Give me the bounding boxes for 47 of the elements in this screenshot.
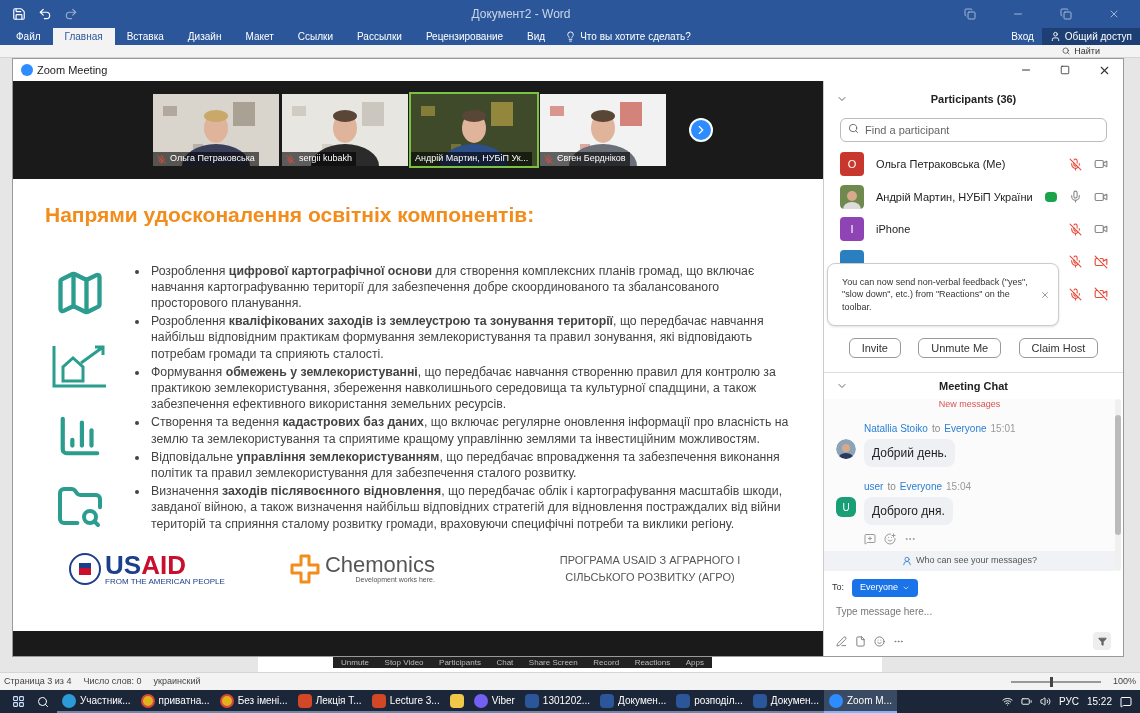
message-time: 15:04 xyxy=(946,480,972,494)
participant-name: iPhone xyxy=(876,222,912,237)
window-title: Документ2 - Word xyxy=(471,6,571,23)
panel-title: Participants (36) xyxy=(929,91,1018,107)
message-bubble: Добрий день. xyxy=(864,439,956,467)
avatar: O xyxy=(840,152,864,177)
logo-tagline: FROM THE AMERICAN PEOPLE xyxy=(105,577,225,586)
bullet-text: Розроблення цифрової картографічної основи для створення комплексних планів громад, що включає навчання картографуванню території для забезпечення добре скоординованого та збалансованого просторового планування. xyxy=(151,262,756,312)
window-title: Zoom Meeting xyxy=(37,62,108,78)
logo-text: Chemonics xyxy=(324,554,435,577)
participant-name: Андрій Мартин, НУБіП Ук... xyxy=(415,152,529,166)
recipient-name: Everyone xyxy=(944,422,987,436)
to-label: to xyxy=(887,480,896,494)
toolbar-label: Participants xyxy=(439,656,481,669)
message-bubble: Доброго дня. xyxy=(864,497,953,525)
avatar: U xyxy=(836,497,856,517)
avatar: I xyxy=(840,217,864,242)
toolbar-label: Share Screen xyxy=(528,656,578,669)
toolbar-label: Record xyxy=(593,656,620,669)
bullet-text: Формування обмежень у землекористуванні, що передбачає навчання створенню правил для контролю за практикою землекористування, збереження навколишнього середовища та культурної спадщини, а також забезпечення ефективного використання земельних ресурсів. xyxy=(151,363,777,413)
panel-title: Meeting Chat xyxy=(937,378,1010,394)
sender-name: user xyxy=(864,480,884,494)
toolbar-label: Apps xyxy=(685,656,704,669)
recipient-name: Everyone xyxy=(899,480,943,494)
bullet-text: Створення та ведення кадастрових баз даних, що включає регулярне оновлення інформації про власність на землю та землекористування та сприятиме кращому управлінню землями та інвестиційним можливостям. xyxy=(151,414,790,447)
toolbar-label: Unmute xyxy=(341,656,369,669)
slide-title: Напрями удосконалення освітніх компонентів: xyxy=(45,202,536,228)
program-name: ПРОГРАМА USAID З АГРАРНОГО І СІЛЬСЬКОГО РОЗВИТКУ (АГРО) xyxy=(558,553,742,585)
logo-text: AID xyxy=(141,549,186,580)
participant-name: Ольга Петраковська xyxy=(170,152,255,166)
participant-name: Андрій Мартин, НУБіП України xyxy=(876,189,1033,205)
to-label: To: xyxy=(832,581,844,595)
logo-text: US xyxy=(105,549,142,580)
message-time: 15:01 xyxy=(990,422,1016,436)
bullet-text: Відповідальне управління землекористуванням, що передбачає впровадження та забезпечення виконання політик та правил землекористування для забезпечення сталого розвитку. xyxy=(151,448,781,482)
new-messages-label: New messages xyxy=(937,399,1002,409)
to-label: to xyxy=(931,422,941,436)
participant-name: sergii kubakh xyxy=(299,152,353,166)
participant-name: Ольга Петраковська (Me) xyxy=(876,157,1007,172)
toolbar-label: Reactions xyxy=(634,656,671,669)
participant-name: Євген Бердніков xyxy=(557,152,626,166)
tip-text: You can now send non-verbal feedback ("yes", "slow down", etc.) from "Reactions" on the toolbar. xyxy=(842,275,1028,314)
bullet-text: Визначення заходів післявоєнного відновлення, що передбачає облік і картографування масштабів шкоди, завданої війною, а також визначення найбільш відповідних стратегій для відновлення постраждалих від війни територій та сприяння сталому розвитку громади, враховуючи специфічні потреби та виклики регіону. xyxy=(151,483,784,532)
sender-name: Natallia Stoiko xyxy=(864,422,928,436)
toolbar-label: Chat xyxy=(496,656,514,669)
toolbar-label: Stop Video xyxy=(384,656,424,669)
bullet-text: Розроблення кваліфікованих заходів із землеустрою та зонування території, що передбачає навчання найбільш відповідним практикам формування землекористування та правил зонування, які відповідають потребам громади та сприяють сталості. xyxy=(151,313,765,362)
